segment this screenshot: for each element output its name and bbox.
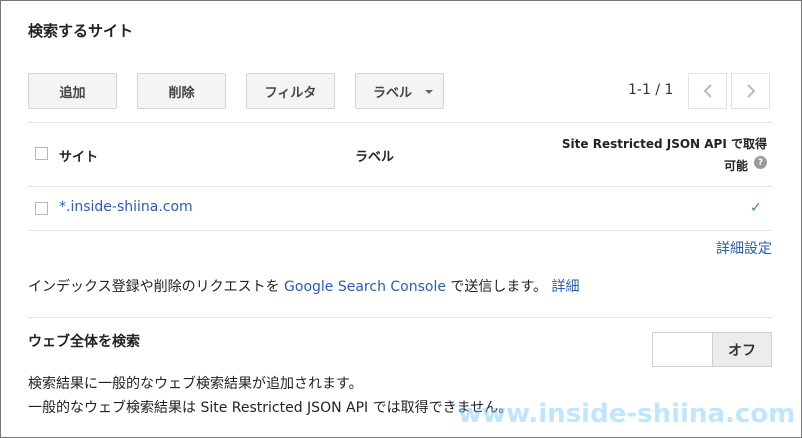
select-all-checkbox[interactable] xyxy=(35,147,48,160)
divider xyxy=(28,230,772,231)
label-dropdown-button[interactable]: ラベル xyxy=(355,73,444,109)
add-button[interactable]: 追加 xyxy=(28,73,117,109)
advanced-settings-link[interactable]: 詳細設定 xyxy=(716,238,772,258)
caret-down-icon xyxy=(425,90,433,94)
divider xyxy=(28,122,772,123)
web-search-title: ウェブ全体を検索 xyxy=(28,334,140,350)
row-checkbox[interactable] xyxy=(35,202,48,215)
label-dropdown-text: ラベル xyxy=(373,85,413,101)
web-search-toggle[interactable]: オフ xyxy=(652,332,772,367)
column-header-api-line2: 可能 xyxy=(723,159,748,173)
delete-button[interactable]: 削除 xyxy=(137,73,226,109)
divider xyxy=(28,317,772,318)
pager-range: 1-1 / 1 xyxy=(628,82,674,98)
details-link[interactable]: 詳細 xyxy=(551,279,579,295)
section-title: 検索するサイト xyxy=(28,22,134,40)
chevron-right-icon xyxy=(746,84,755,98)
divider xyxy=(28,186,772,187)
toggle-off-label[interactable]: オフ xyxy=(712,333,771,366)
search-console-link[interactable]: Google Search Console xyxy=(284,279,446,295)
column-header-api: Site Restricted JSON API で取得 xyxy=(561,137,767,151)
column-header-label: ラベル xyxy=(355,150,395,165)
web-search-description-line2: 一般的なウェブ検索結果は Site Restricted JSON API では… xyxy=(28,400,513,416)
info-line: インデックス登録や削除のリクエストを Google Search Console… xyxy=(28,276,579,296)
info-suffix: で送信します。 xyxy=(445,279,552,295)
watermark: www.inside-shiina.com xyxy=(458,399,796,429)
site-link[interactable]: *.inside-shiina.com xyxy=(59,199,193,215)
help-icon[interactable]: ? xyxy=(754,156,767,169)
web-search-description: 検索結果に一般的なウェブ検索結果が追加されます。 xyxy=(28,376,363,392)
checkmark-icon: ✓ xyxy=(750,200,762,216)
column-header-site: サイト xyxy=(59,150,99,165)
filter-button[interactable]: フィルタ xyxy=(246,73,335,109)
pager-prev-button[interactable] xyxy=(688,73,727,109)
chevron-left-icon xyxy=(703,84,712,98)
pager-next-button[interactable] xyxy=(731,73,770,109)
info-prefix: インデックス登録や削除のリクエストを xyxy=(28,279,285,295)
